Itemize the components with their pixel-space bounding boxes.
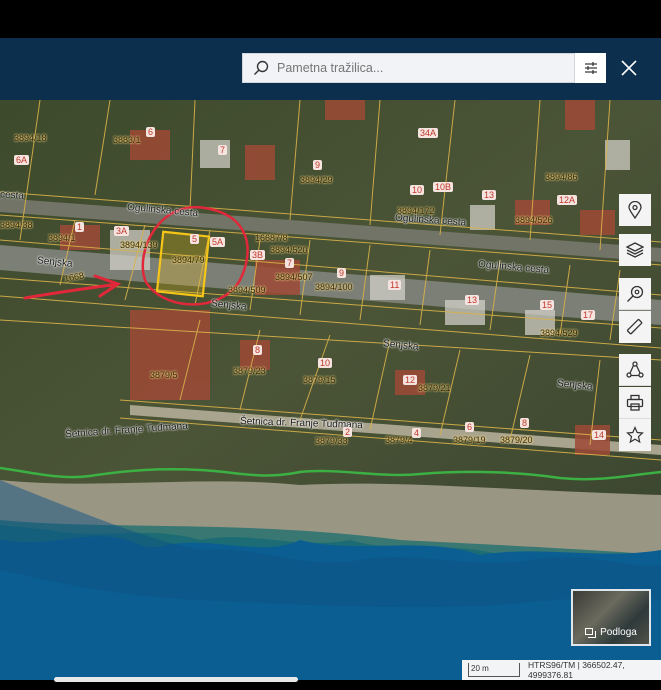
house-number: 2: [343, 427, 353, 437]
parcel-label: 3894/507: [275, 272, 313, 282]
house-number: 6: [146, 127, 156, 137]
parcel-label: 3894/79: [172, 255, 205, 265]
app-header: [0, 38, 661, 100]
search-box[interactable]: [242, 53, 575, 83]
parcel-label: 3894/529: [540, 328, 578, 338]
parcel-label: 3894/29: [300, 175, 333, 185]
parcel-label: 3879/4: [385, 435, 413, 445]
ruler-icon: [626, 318, 643, 335]
measure-button[interactable]: [619, 311, 651, 343]
house-number: 15: [540, 300, 555, 310]
parcel-label: 3894/86: [545, 172, 578, 182]
house-number: 17: [581, 310, 596, 320]
layers-icon: [626, 242, 644, 258]
house-number: 8: [253, 345, 263, 355]
house-number: 9: [313, 160, 323, 170]
search-location-button[interactable]: [619, 278, 651, 310]
share-button[interactable]: [619, 354, 651, 386]
parcel-label: 3879/23: [233, 366, 266, 376]
parcel-label: 3894/172: [397, 206, 435, 216]
home-indicator: [54, 677, 298, 682]
house-number: 9: [337, 268, 347, 278]
house-number: 6: [465, 422, 475, 432]
status-bar: [0, 0, 661, 38]
basemap-switcher[interactable]: Podloga: [571, 589, 651, 646]
map-status-bar: 20 m HTRS96/TM | 366502.47, 4999376.81: [462, 660, 661, 680]
house-number: 10: [410, 185, 425, 195]
basemap-label: Podloga: [600, 627, 637, 638]
basemap-icon: [585, 628, 597, 638]
sliders-icon: [584, 62, 597, 74]
parcel-label: 3883/1: [113, 135, 141, 145]
house-number: 4: [412, 428, 422, 438]
parcel-label: 3894/1: [48, 233, 76, 243]
print-icon: [626, 394, 644, 411]
search-input[interactable]: [277, 61, 557, 75]
search-location-icon: [627, 285, 644, 302]
search-icon: [254, 60, 269, 75]
print-button[interactable]: [619, 387, 651, 419]
close-icon: [621, 60, 637, 76]
parcel-label: 16687/8: [255, 233, 288, 243]
house-number: 8: [520, 418, 530, 428]
house-number: 13: [482, 190, 497, 200]
parcel-label: 3879/15: [303, 375, 336, 385]
house-number: 3B: [250, 250, 266, 260]
parcel-label: 3894/18: [14, 133, 47, 143]
filter-button[interactable]: [575, 53, 606, 83]
house-number: 7: [218, 145, 228, 155]
house-number: 6A: [14, 155, 30, 165]
house-number: 12A: [557, 195, 578, 205]
parcel-label: 3879/33: [315, 436, 348, 446]
house-number: 12: [403, 375, 418, 385]
map-view[interactable]: Ogulinska cesta Ogulinska cesta Ogulinsk…: [0, 100, 661, 680]
parcel-label: 3894/509: [228, 285, 266, 295]
location-pin-icon: [628, 201, 642, 219]
house-number: 5: [190, 234, 200, 244]
house-number: 11: [388, 280, 402, 290]
house-number: 14: [592, 430, 607, 440]
parcel-label: 3879/21: [418, 383, 451, 393]
parcel-label: 3879/5: [150, 370, 178, 380]
house-number: 13: [465, 295, 480, 305]
house-number: 5A: [210, 237, 226, 247]
share-icon: [626, 360, 644, 378]
parcel-label: 3894/139: [120, 240, 158, 250]
parcel-label: 3894/100: [315, 282, 353, 292]
star-icon: [626, 426, 644, 444]
house-number: 10B: [433, 182, 454, 192]
house-number: 34A: [418, 128, 439, 138]
parcel-label: 3879/19: [453, 435, 486, 445]
parcel-label: 3894/38: [0, 220, 33, 230]
parcel-label: 3894/520: [270, 245, 308, 255]
house-number: 10: [318, 358, 333, 368]
layers-button[interactable]: [619, 234, 651, 266]
coordinates-readout: HTRS96/TM | 366502.47, 4999376.81: [528, 660, 625, 680]
parcel-label: 3879/20: [500, 435, 533, 445]
house-number: 1: [75, 222, 85, 232]
aerial-imagery: [0, 100, 661, 680]
location-button[interactable]: [619, 194, 651, 226]
favorite-button[interactable]: [619, 419, 651, 451]
house-number: 7: [285, 258, 295, 268]
parcel-label: 3894/526: [515, 215, 553, 225]
house-number: 3A: [114, 226, 130, 236]
close-button[interactable]: [616, 55, 642, 81]
street-label: cesta: [0, 189, 25, 202]
scale-bar: 20 m: [468, 663, 521, 677]
